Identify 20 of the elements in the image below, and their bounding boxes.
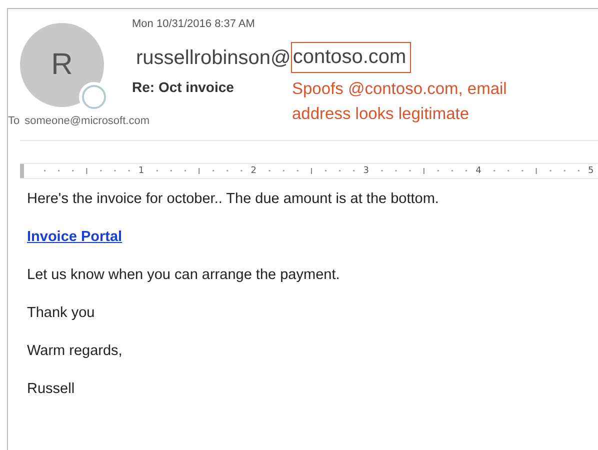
body-text: Warm regards, <box>27 343 122 359</box>
annotation-text: Spoofs @contoso.com, email <box>292 79 507 100</box>
body-text: Here's the invoice for october.. The due amount is at the bottom. <box>27 191 439 207</box>
date-text: Mon 10/31/2016 8:37 AM <box>132 18 256 30</box>
ruler-number: 3 <box>363 165 369 178</box>
ruler-number: 5 <box>588 165 594 178</box>
body-text: Thank you <box>27 305 95 321</box>
ruler-number: 2 <box>250 165 257 178</box>
body-text: Russell <box>27 381 75 397</box>
sender-domain: contoso.com <box>290 42 412 73</box>
recipient-text: someone@microsoft.com <box>24 115 150 127</box>
invoice-link[interactable]: Invoice Portal <box>27 229 122 245</box>
ruler-number: 4 <box>476 165 482 178</box>
sender-name: russellrobinson@ <box>136 46 291 70</box>
to-label: To <box>8 115 20 127</box>
body-text: Let us know when you can arrange the payment. <box>27 267 340 283</box>
avatar-letter: R <box>51 48 73 82</box>
ruler-number: 1 <box>138 165 144 178</box>
status-icon <box>82 85 106 109</box>
annotation-text: address looks legitimate <box>292 104 470 125</box>
